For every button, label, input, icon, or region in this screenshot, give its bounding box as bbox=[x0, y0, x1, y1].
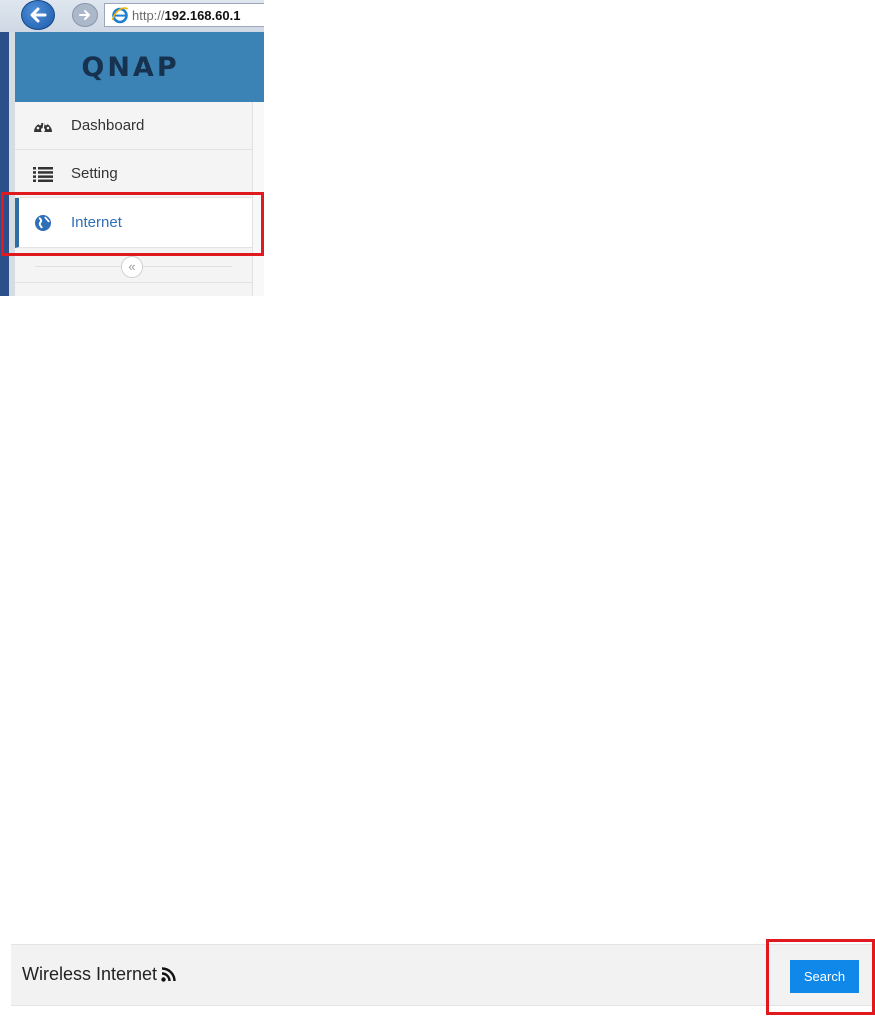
double-chevron-left-icon: « bbox=[128, 259, 136, 274]
highlight-box-search bbox=[766, 939, 875, 1015]
app-header: QNAP bbox=[15, 32, 264, 102]
sidebar-collapse-row: « bbox=[15, 252, 252, 283]
list-icon bbox=[32, 163, 54, 185]
forward-button[interactable] bbox=[72, 3, 98, 27]
qnap-logo: QNAP bbox=[81, 51, 180, 83]
sidebar-item-label: Dashboard bbox=[71, 117, 145, 134]
wireless-internet-panel: Wireless Internet Search bbox=[11, 944, 875, 1006]
sidebar-item-setting[interactable]: Setting bbox=[15, 150, 252, 198]
wireless-title-text: Wireless Internet bbox=[22, 964, 158, 984]
dashboard-gauge-icon bbox=[32, 115, 54, 137]
url-host: 192.168.60.1 bbox=[164, 7, 241, 23]
window-edge bbox=[0, 32, 9, 296]
url-protocol: http:// bbox=[132, 7, 165, 23]
sidebar-item-label: Setting bbox=[71, 165, 118, 182]
address-bar[interactable]: http://192.168.60.1 bbox=[104, 3, 264, 27]
panel-title: Wireless Internet bbox=[22, 964, 176, 985]
back-button[interactable] bbox=[21, 0, 55, 30]
rss-wifi-icon bbox=[161, 967, 176, 982]
back-arrow-icon bbox=[30, 7, 47, 23]
highlight-box-internet bbox=[1, 192, 264, 256]
ie-logo-icon bbox=[111, 7, 129, 24]
browser-toolbar: http://192.168.60.1 bbox=[0, 0, 264, 33]
collapse-sidebar-button[interactable]: « bbox=[121, 256, 143, 278]
forward-arrow-icon bbox=[79, 10, 90, 20]
sidebar-item-dashboard[interactable]: Dashboard bbox=[15, 102, 252, 150]
